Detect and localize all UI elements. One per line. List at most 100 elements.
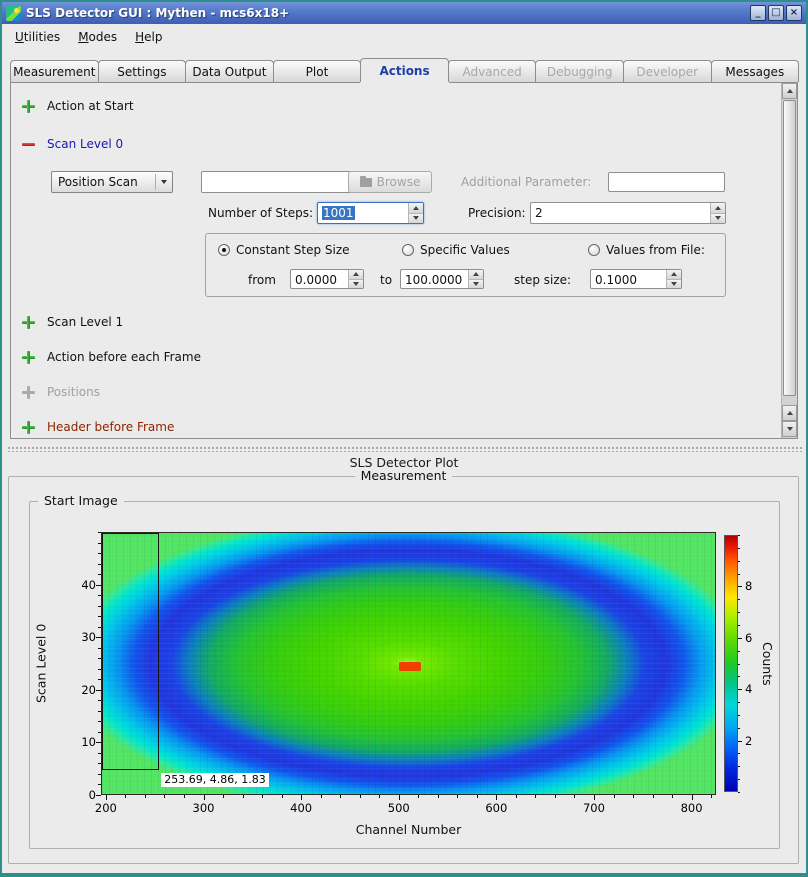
tab-data-output[interactable]: Data Output — [185, 60, 274, 82]
spin-down-icon[interactable] — [667, 279, 681, 289]
tab-settings[interactable]: Settings — [98, 60, 187, 82]
colorbar-minor-tick — [738, 792, 740, 793]
start-image-title: Start Image — [38, 493, 124, 508]
number-of-steps-label: Number of Steps: — [159, 206, 313, 220]
splitter-handle[interactable] — [6, 445, 802, 452]
radio-icon[interactable] — [402, 244, 414, 256]
titlebar[interactable]: SLS Detector GUI : Mythen - mcs6x18+ _ □… — [2, 2, 806, 24]
x-tick-mark — [301, 795, 302, 800]
colorbar-minor-tick — [738, 625, 740, 626]
colorbar-minor-tick — [738, 612, 740, 613]
x-minor-tick — [243, 795, 244, 798]
app-window: SLS Detector GUI : Mythen - mcs6x18+ _ □… — [0, 0, 808, 877]
radio-specific-values[interactable]: Specific Values — [402, 243, 510, 257]
scrollbar-thumb[interactable] — [783, 100, 796, 396]
expand-plus-icon[interactable] — [22, 351, 35, 364]
tab-measurement[interactable]: Measurement — [10, 60, 99, 82]
scan-level-0-label: Scan Level 0 — [47, 137, 123, 151]
tab-actions[interactable]: Actions — [360, 58, 449, 82]
spin-up-icon[interactable] — [349, 270, 363, 279]
x-tick-label: 400 — [283, 801, 319, 815]
tab-messages[interactable]: Messages — [711, 60, 800, 82]
x-minor-tick — [633, 795, 634, 798]
colorbar-tick-label: 8 — [745, 579, 765, 593]
x-minor-tick — [516, 795, 517, 798]
menu-utilities[interactable]: Utilities — [6, 26, 69, 48]
x-minor-tick — [282, 795, 283, 798]
step-size-spinbox[interactable]: 0.1000 — [590, 269, 682, 289]
spin-down-icon[interactable] — [711, 213, 725, 224]
spin-up-icon[interactable] — [469, 270, 483, 279]
spin-up-icon[interactable] — [409, 203, 423, 213]
zoom-selection-rect[interactable] — [102, 533, 159, 770]
expand-plus-icon[interactable] — [22, 316, 35, 329]
colorbar-minor-tick — [738, 753, 740, 754]
x-tick-mark — [692, 795, 693, 800]
y-minor-tick — [98, 564, 101, 565]
y-axis-title: Scan Level 0 — [32, 532, 50, 795]
positions-row: Positions — [22, 385, 100, 399]
from-spinbox[interactable]: 0.0000 — [290, 269, 364, 289]
tab-bar: MeasurementSettingsData OutputPlotAction… — [10, 58, 798, 82]
header-before-frame-row[interactable]: Header before Frame — [22, 420, 174, 434]
radio-values-from-file[interactable]: Values from File: — [588, 243, 705, 257]
folder-icon — [360, 178, 372, 187]
additional-parameter-label: Additional Parameter: — [461, 175, 591, 189]
x-tick-mark — [594, 795, 595, 800]
colorbar — [724, 535, 738, 792]
menu-modes[interactable]: Modes — [69, 26, 126, 48]
scrollbar-up-button[interactable] — [782, 83, 797, 99]
maximize-button[interactable]: □ — [768, 5, 784, 21]
radio-icon[interactable] — [218, 244, 230, 256]
x-minor-tick — [672, 795, 673, 798]
spin-up-icon[interactable] — [711, 203, 725, 213]
collapse-minus-icon[interactable] — [22, 138, 35, 151]
y-minor-tick — [98, 627, 101, 628]
colorbar-minor-tick — [738, 535, 740, 536]
y-minor-tick — [98, 616, 101, 617]
close-button[interactable]: × — [786, 5, 802, 21]
radio-icon[interactable] — [588, 244, 600, 256]
x-tick-label: 600 — [478, 801, 514, 815]
spin-up-icon[interactable] — [667, 270, 681, 279]
scan-script-input[interactable] — [201, 171, 351, 193]
scan-mode-combobox[interactable]: Position Scan — [51, 171, 173, 193]
x-minor-tick — [321, 795, 322, 798]
spin-down-icon[interactable] — [349, 279, 363, 289]
minimize-button[interactable]: _ — [750, 5, 766, 21]
scan-level-1-row[interactable]: Scan Level 1 — [22, 315, 123, 329]
precision-spinbox[interactable]: 2 — [530, 202, 726, 224]
expand-plus-icon[interactable] — [22, 421, 35, 434]
colorbar-tick-mark — [738, 689, 742, 690]
actions-panel: Action at Start Scan Level 0 Position Sc… — [10, 82, 798, 439]
plot-canvas[interactable]: 253.69, 4.86, 1.83 — [101, 532, 716, 795]
action-before-each-frame-row[interactable]: Action before each Frame — [22, 350, 201, 364]
x-minor-tick — [164, 795, 165, 798]
scrollbar-bottom-up-button[interactable] — [782, 405, 797, 421]
values-from-file-label: Values from File: — [606, 243, 705, 257]
spin-down-icon[interactable] — [469, 279, 483, 289]
to-spinbox[interactable]: 100.0000 — [400, 269, 484, 289]
chevron-down-icon — [156, 180, 172, 184]
action-at-start-row[interactable]: Action at Start — [22, 99, 134, 113]
additional-parameter-input[interactable] — [608, 172, 725, 192]
colorbar-minor-tick — [738, 561, 740, 562]
y-tick-mark — [96, 637, 101, 638]
tab-plot[interactable]: Plot — [273, 60, 362, 82]
expand-plus-icon[interactable] — [22, 100, 35, 113]
number-of-steps-spinbox[interactable]: 1001 — [317, 202, 424, 224]
y-minor-tick — [98, 763, 101, 764]
menu-help[interactable]: Help — [126, 26, 171, 48]
spin-down-icon[interactable] — [409, 213, 423, 224]
scrollbar-down-button[interactable] — [782, 421, 797, 437]
radio-constant-step-size[interactable]: Constant Step Size — [218, 243, 350, 257]
vertical-scrollbar[interactable] — [781, 83, 797, 438]
scan-level-0-row[interactable]: Scan Level 0 — [22, 137, 123, 151]
x-minor-tick — [653, 795, 654, 798]
tab-widget: MeasurementSettingsData OutputPlotAction… — [10, 58, 798, 439]
y-minor-tick — [98, 553, 101, 554]
colorbar-tick-label: 6 — [745, 631, 765, 645]
y-tick-mark — [96, 585, 101, 586]
browse-button: Browse — [348, 171, 432, 193]
x-minor-tick — [262, 795, 263, 798]
